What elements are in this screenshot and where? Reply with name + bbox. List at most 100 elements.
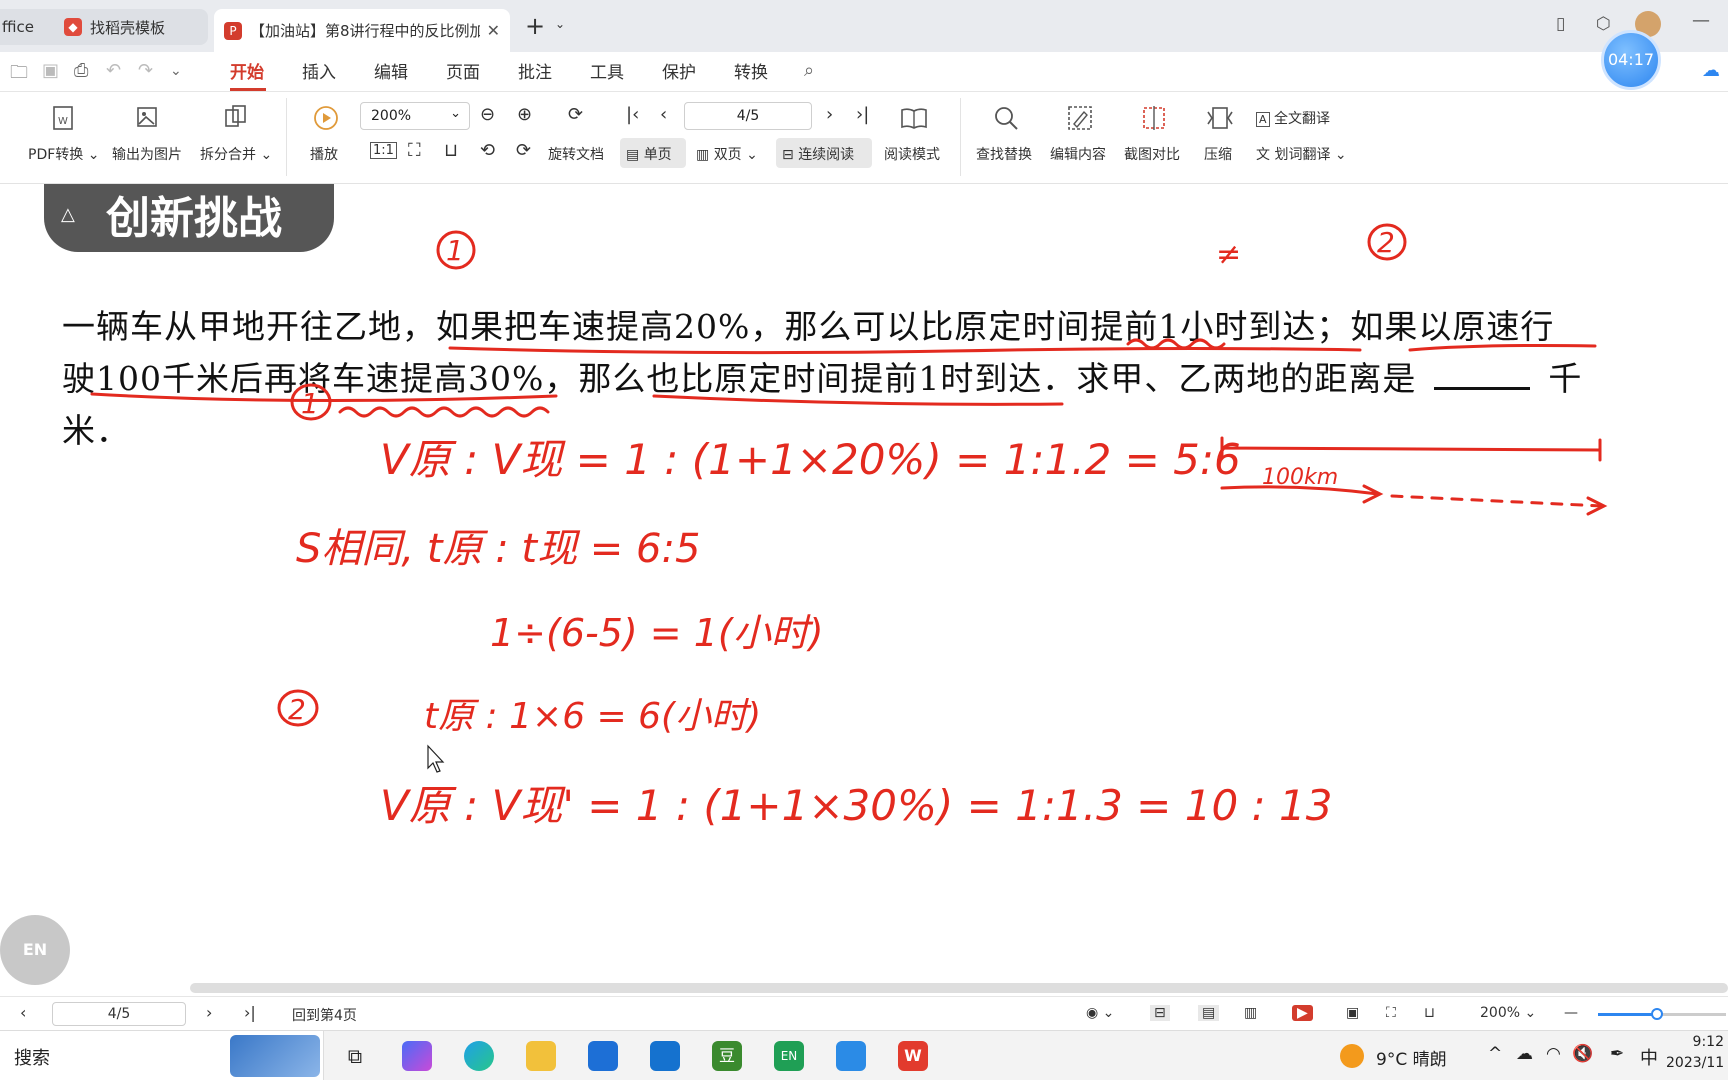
- chevron-down-icon[interactable]: ⌄: [170, 63, 182, 79]
- zoom-slider-knob[interactable]: [1650, 1008, 1663, 1020]
- horizontal-scrollbar[interactable]: [190, 983, 1728, 993]
- actual-size-icon[interactable]: 1:1: [370, 142, 397, 159]
- ime-indicator[interactable]: 中: [1640, 1044, 1658, 1070]
- compress-button[interactable]: 压缩: [1204, 144, 1232, 164]
- zoom-in-icon[interactable]: ⊕: [517, 104, 532, 125]
- clock-time[interactable]: 9:12: [1666, 1034, 1724, 1050]
- pen-icon[interactable]: ✒: [1610, 1044, 1624, 1064]
- tab-templates[interactable]: ◆ 找稻壳模板: [54, 9, 208, 45]
- recording-timer[interactable]: 04:17: [1601, 30, 1661, 90]
- back-to-page-link[interactable]: 回到第4页: [292, 1005, 357, 1025]
- zoom-minus-icon[interactable]: —: [1564, 1005, 1578, 1021]
- full-translate-button[interactable]: A 全文翻译: [1256, 108, 1330, 128]
- chevron-down-icon[interactable]: ⌄: [555, 17, 565, 31]
- task-view-icon[interactable]: ⧉: [340, 1041, 370, 1071]
- weather-text[interactable]: 9°C 晴朗: [1376, 1045, 1447, 1070]
- hw-100km-label: 100km: [1262, 465, 1338, 490]
- rotate-doc-icon[interactable]: ⟳: [568, 104, 583, 125]
- single-view-icon[interactable]: ▤: [1198, 1005, 1220, 1021]
- prev-page-icon[interactable]: ‹: [20, 1003, 26, 1022]
- word-translate-button[interactable]: 文 划词翻译 ⌄: [1256, 144, 1347, 164]
- status-zoom[interactable]: 200% ⌄: [1480, 1005, 1536, 1021]
- edit-content-icon: [1068, 106, 1092, 130]
- fit-page-icon[interactable]: ⛶: [408, 140, 421, 161]
- edge-icon[interactable]: [464, 1041, 494, 1071]
- status-page-input[interactable]: 4/5: [52, 1002, 186, 1026]
- fit-icon[interactable]: ▣: [1346, 1005, 1359, 1021]
- close-tab-icon[interactable]: ✕: [487, 21, 500, 40]
- single-page-button[interactable]: ▤ 单页: [626, 144, 672, 164]
- rotate-doc-button[interactable]: 旋转文档: [548, 144, 604, 164]
- cloud-icon[interactable]: ☁: [1516, 1044, 1533, 1064]
- export-image-button[interactable]: 输出为图片: [112, 144, 182, 164]
- taskbar-search[interactable]: 搜索: [0, 1031, 324, 1080]
- fit-width-icon[interactable]: ⊔: [1424, 1005, 1435, 1021]
- menu-convert[interactable]: 转换: [734, 58, 768, 83]
- fullscreen-icon[interactable]: ⛶: [1386, 1005, 1396, 1021]
- tab-current-pdf[interactable]: P 【加油站】第8讲行程中的反比例加 ✕: [214, 9, 510, 52]
- tray-chevron-icon[interactable]: ^: [1488, 1044, 1502, 1064]
- underline-2: [1408, 344, 1597, 352]
- en-float-button[interactable]: EN: [0, 915, 70, 985]
- cloud-sync-icon[interactable]: ☁: [1702, 60, 1720, 81]
- menu-tools[interactable]: 工具: [590, 58, 624, 83]
- fit-width-icon[interactable]: ⊔: [444, 140, 458, 161]
- active-menu-indicator: [230, 88, 266, 91]
- photos-icon[interactable]: [836, 1041, 866, 1071]
- last-page-icon[interactable]: ›|: [244, 1003, 256, 1022]
- continuous-view-icon[interactable]: ⊟: [1150, 1005, 1170, 1021]
- next-page-icon[interactable]: ›: [826, 104, 833, 125]
- prev-page-icon[interactable]: ‹: [660, 104, 667, 125]
- folder-icon[interactable]: 🗀: [10, 60, 28, 90]
- read-mode-button[interactable]: 阅读模式: [884, 144, 940, 164]
- new-tab-icon[interactable]: +: [525, 12, 545, 40]
- zoom-out-icon[interactable]: ⊖: [480, 104, 495, 125]
- wps-icon[interactable]: W: [898, 1041, 928, 1071]
- eye-icon[interactable]: ◉ ⌄: [1086, 1005, 1114, 1021]
- screenshot-compare-button[interactable]: 截图对比: [1124, 144, 1180, 164]
- menu-edit[interactable]: 编辑: [374, 58, 408, 83]
- menu-insert[interactable]: 插入: [302, 58, 336, 83]
- mail-icon[interactable]: [650, 1041, 680, 1071]
- zoom-slider[interactable]: [1598, 1008, 1726, 1020]
- store-icon[interactable]: [588, 1041, 618, 1071]
- split-merge-button[interactable]: 拆分合并 ⌄: [200, 144, 272, 164]
- edit-content-button[interactable]: 编辑内容: [1050, 144, 1106, 164]
- continuous-read-button[interactable]: ⊟ 连续阅读: [782, 144, 854, 164]
- search-highlight-image: [230, 1035, 320, 1077]
- next-page-icon[interactable]: ›: [206, 1003, 212, 1022]
- volume-muted-icon[interactable]: 🔇: [1572, 1044, 1593, 1064]
- double-page-button[interactable]: ▥ 双页 ⌄: [696, 144, 758, 164]
- rotate-left-icon[interactable]: ⟲: [480, 140, 495, 161]
- underline-4: [652, 394, 1064, 406]
- menu-home[interactable]: 开始: [230, 58, 264, 83]
- redo-icon[interactable]: ↷: [138, 60, 153, 81]
- file-explorer-icon[interactable]: [526, 1041, 556, 1071]
- window-layout-icon[interactable]: ▯: [1556, 14, 1565, 34]
- page-number-value: 4/5: [736, 108, 760, 124]
- page-number-input[interactable]: 4/5: [684, 102, 812, 130]
- play-slideshow-icon[interactable]: ▶: [1292, 1005, 1313, 1021]
- wifi-icon[interactable]: ◠: [1546, 1044, 1561, 1064]
- last-page-icon[interactable]: ›|: [856, 104, 869, 125]
- copilot-icon[interactable]: [402, 1041, 432, 1071]
- menu-comment[interactable]: 批注: [518, 58, 552, 83]
- clock-date[interactable]: 2023/11: [1666, 1055, 1728, 1071]
- douban-icon[interactable]: 豆: [712, 1041, 742, 1071]
- en-app-icon[interactable]: EN: [774, 1041, 804, 1071]
- first-page-icon[interactable]: |‹: [626, 104, 639, 125]
- pdf-convert-button[interactable]: PDF转换 ⌄: [28, 144, 99, 164]
- menu-page[interactable]: 页面: [446, 58, 480, 83]
- print-icon[interactable]: ⎙: [74, 60, 88, 81]
- rotate-right-icon[interactable]: ⟳: [516, 140, 531, 161]
- zoom-select[interactable]: 200% ⌄: [360, 102, 470, 130]
- double-view-icon[interactable]: ▥: [1244, 1005, 1257, 1021]
- undo-icon[interactable]: ↶: [106, 60, 121, 81]
- save-icon[interactable]: ▣: [42, 60, 59, 81]
- search-icon[interactable]: ⌕: [804, 60, 814, 81]
- cube-icon[interactable]: ⬡: [1596, 14, 1611, 34]
- play-button[interactable]: 播放: [310, 144, 338, 164]
- find-replace-button[interactable]: 查找替换: [976, 144, 1032, 164]
- menu-protect[interactable]: 保护: [662, 58, 696, 83]
- minimize-icon[interactable]: —: [1692, 10, 1710, 31]
